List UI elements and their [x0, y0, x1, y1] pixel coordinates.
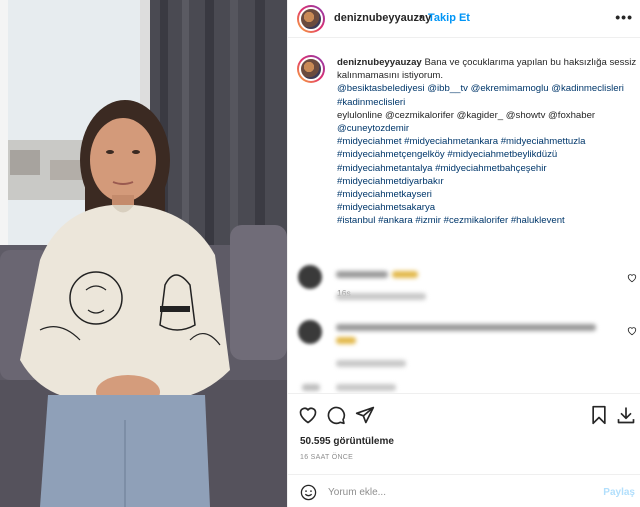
view-count[interactable]: 50.595 görüntüleme: [300, 436, 394, 447]
post-comment-button[interactable]: Paylaş: [603, 487, 635, 498]
comment-like-heart-icon[interactable]: [627, 273, 637, 286]
comment-item: [288, 384, 640, 392]
post-header: deniznubeyyauzay • Takip Et •••: [288, 0, 640, 38]
follow-button[interactable]: Takip Et: [428, 12, 470, 24]
caption-username[interactable]: deniznubeyyauzay: [337, 57, 422, 68]
video-frame-image: [0, 0, 287, 507]
blurred-username: [336, 271, 388, 278]
action-bar: [288, 402, 640, 428]
caption-line: Bana ve çocuklarıma yapılan bu haksızlığ…: [424, 57, 637, 68]
caption-text: deniznubeyyauzay Bana ve çocuklarıma yap…: [337, 56, 637, 228]
blurred-emoji: [336, 337, 356, 344]
comment-icon[interactable]: [326, 405, 346, 425]
post-panel: deniznubeyyauzay • Takip Et ••• deniznub…: [287, 0, 640, 507]
caption-hashtags[interactable]: #midyeciahmetsakarya: [337, 201, 637, 214]
caption-hashtags[interactable]: #midyeciahmetantalya #midyeciahmetbahçeş…: [337, 162, 637, 175]
post-video[interactable]: [0, 0, 287, 507]
post-footer: 50.595 görüntüleme 16 SAAT ÖNCE Paylaş: [288, 393, 640, 507]
comment-item: [288, 320, 640, 370]
emoji-icon[interactable]: [300, 484, 317, 501]
caption-line: kalınmamasını istiyorum.: [337, 70, 444, 82]
post-timestamp: 16 SAAT ÖNCE: [300, 454, 354, 461]
caption-hashtags[interactable]: #istanbul #ankara #izmir #cezmikalorifer…: [337, 214, 637, 227]
commenter-avatar[interactable]: [298, 265, 322, 289]
caption-hashtags[interactable]: #midyeciahmetkayseri: [337, 188, 637, 201]
share-icon[interactable]: [355, 405, 375, 425]
caption-author-avatar[interactable]: [297, 55, 325, 83]
more-options-icon[interactable]: •••: [615, 9, 633, 25]
comment-input[interactable]: [328, 483, 588, 501]
comment-like-heart-icon[interactable]: [627, 326, 637, 339]
download-icon[interactable]: [616, 405, 636, 425]
bookmark-icon[interactable]: [589, 405, 609, 425]
caption-mentions[interactable]: @besiktasbelediyesi @ibb__tv @ekremimamo…: [337, 82, 637, 95]
comment-form: Paylaş: [288, 474, 640, 507]
caption-mention[interactable]: @cuneytozdemir: [337, 122, 637, 135]
author-username[interactable]: deniznubeyyauzay: [334, 12, 431, 24]
blurred-emoji: [392, 271, 418, 278]
blurred-avatar: [302, 384, 320, 391]
blurred-comment-text: [336, 324, 596, 331]
caption-hashtags[interactable]: #midyeciahmet #midyeciahmetankara #midye…: [337, 135, 637, 148]
comment-item: [288, 265, 640, 315]
author-avatar[interactable]: [297, 5, 325, 33]
heart-icon[interactable]: [298, 405, 318, 425]
separator-dot: •: [419, 11, 423, 23]
caption-hashtags[interactable]: #midyeciahmetdiyarbakır: [337, 175, 637, 188]
caption-hashtags[interactable]: #midyeciahmetçengelköy #midyeciahmetbeyl…: [337, 148, 637, 161]
blurred-meta: [336, 360, 406, 367]
blurred-meta: [336, 293, 426, 300]
blurred-text: [336, 384, 396, 391]
commenter-avatar[interactable]: [298, 320, 322, 344]
caption-hashtag[interactable]: #kadinmeclisleri: [337, 96, 637, 109]
caption-mentions-mixed[interactable]: eylulonline @cezmikalorifer @kagider_ @s…: [337, 109, 637, 122]
